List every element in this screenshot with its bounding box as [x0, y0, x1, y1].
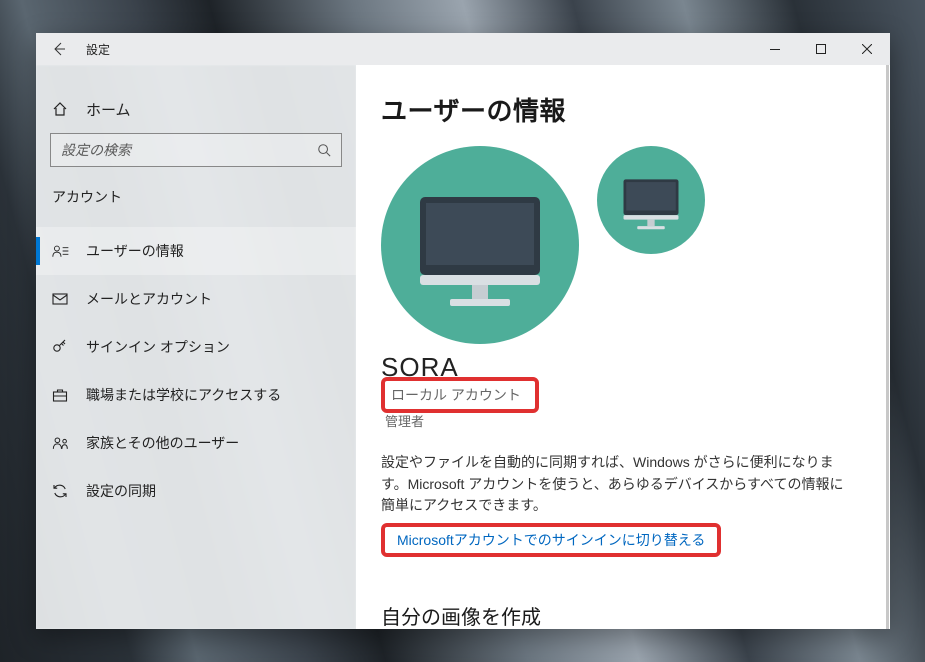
settings-window: 設定 ホーム — [36, 33, 890, 629]
nav-item-signin-options[interactable]: サインイン オプション — [36, 323, 356, 371]
nav-item-family[interactable]: 家族とその他のユーザー — [36, 419, 356, 467]
avatar-current[interactable] — [381, 146, 579, 344]
role-label: 管理者 — [385, 411, 860, 430]
scrollbar[interactable] — [886, 65, 889, 629]
nav-item-label: メールとアカウント — [86, 289, 212, 309]
nav-item-email[interactable]: メールとアカウント — [36, 275, 356, 323]
switch-to-ms-account-link[interactable]: Microsoftアカウントでのサインインに切り替える — [397, 532, 705, 548]
switch-link-highlight: Microsoftアカウントでのサインインに切り替える — [381, 523, 860, 557]
nav-item-label: ユーザーの情報 — [86, 241, 184, 261]
close-icon — [862, 44, 872, 54]
back-icon — [51, 41, 67, 57]
nav-item-label: 職場または学校にアクセスする — [86, 385, 281, 405]
nav-item-your-info[interactable]: ユーザーの情報 — [36, 227, 356, 275]
section-title: アカウント — [36, 177, 356, 219]
window-controls — [752, 33, 890, 65]
briefcase-icon — [52, 387, 72, 403]
back-button[interactable] — [36, 33, 82, 65]
monitor-icon — [621, 171, 681, 238]
page-title: ユーザーの情報 — [381, 91, 860, 128]
nav-item-work-school[interactable]: 職場または学校にアクセスする — [36, 371, 356, 419]
titlebar: 設定 — [36, 33, 890, 65]
search-input[interactable] — [61, 142, 317, 158]
nav-item-label: 設定の同期 — [86, 481, 156, 501]
section-create-picture: 自分の画像を作成 — [381, 601, 860, 629]
home-label: ホーム — [86, 99, 131, 120]
window-body: ホーム アカウント — [36, 65, 890, 629]
avatar-previous[interactable] — [597, 146, 705, 254]
titlebar-left: 設定 — [36, 33, 110, 65]
content-pane: ユーザーの情報 — [356, 65, 890, 629]
sync-icon — [52, 483, 72, 499]
nav-item-sync[interactable]: 設定の同期 — [36, 467, 356, 515]
account-type-highlight: ローカル アカウント — [381, 377, 860, 413]
nav-list: ユーザーの情報 メールとアカウント サインイン オプション — [36, 219, 356, 515]
minimize-icon — [770, 49, 780, 50]
search-icon — [317, 143, 331, 157]
home-button[interactable]: ホーム — [36, 89, 356, 129]
nav-item-label: サインイン オプション — [86, 337, 230, 357]
description-text: 設定やファイルを自動的に同期すれば、Windows がさらに便利になります。Mi… — [381, 452, 851, 517]
key-icon — [52, 339, 72, 355]
close-button[interactable] — [844, 33, 890, 65]
maximize-button[interactable] — [798, 33, 844, 65]
avatar-row — [381, 146, 860, 344]
account-type-label: ローカル アカウント — [391, 387, 521, 403]
search-container — [36, 129, 356, 177]
people-icon — [52, 435, 72, 451]
search-box[interactable] — [50, 133, 342, 167]
maximize-icon — [816, 44, 826, 54]
nav-item-label: 家族とその他のユーザー — [86, 433, 239, 453]
sidebar: ホーム アカウント — [36, 65, 356, 629]
home-icon — [52, 101, 72, 117]
window-title: 設定 — [86, 41, 110, 58]
mail-icon — [52, 291, 72, 307]
user-info-icon — [52, 243, 72, 259]
minimize-button[interactable] — [752, 33, 798, 65]
monitor-icon — [414, 193, 546, 313]
